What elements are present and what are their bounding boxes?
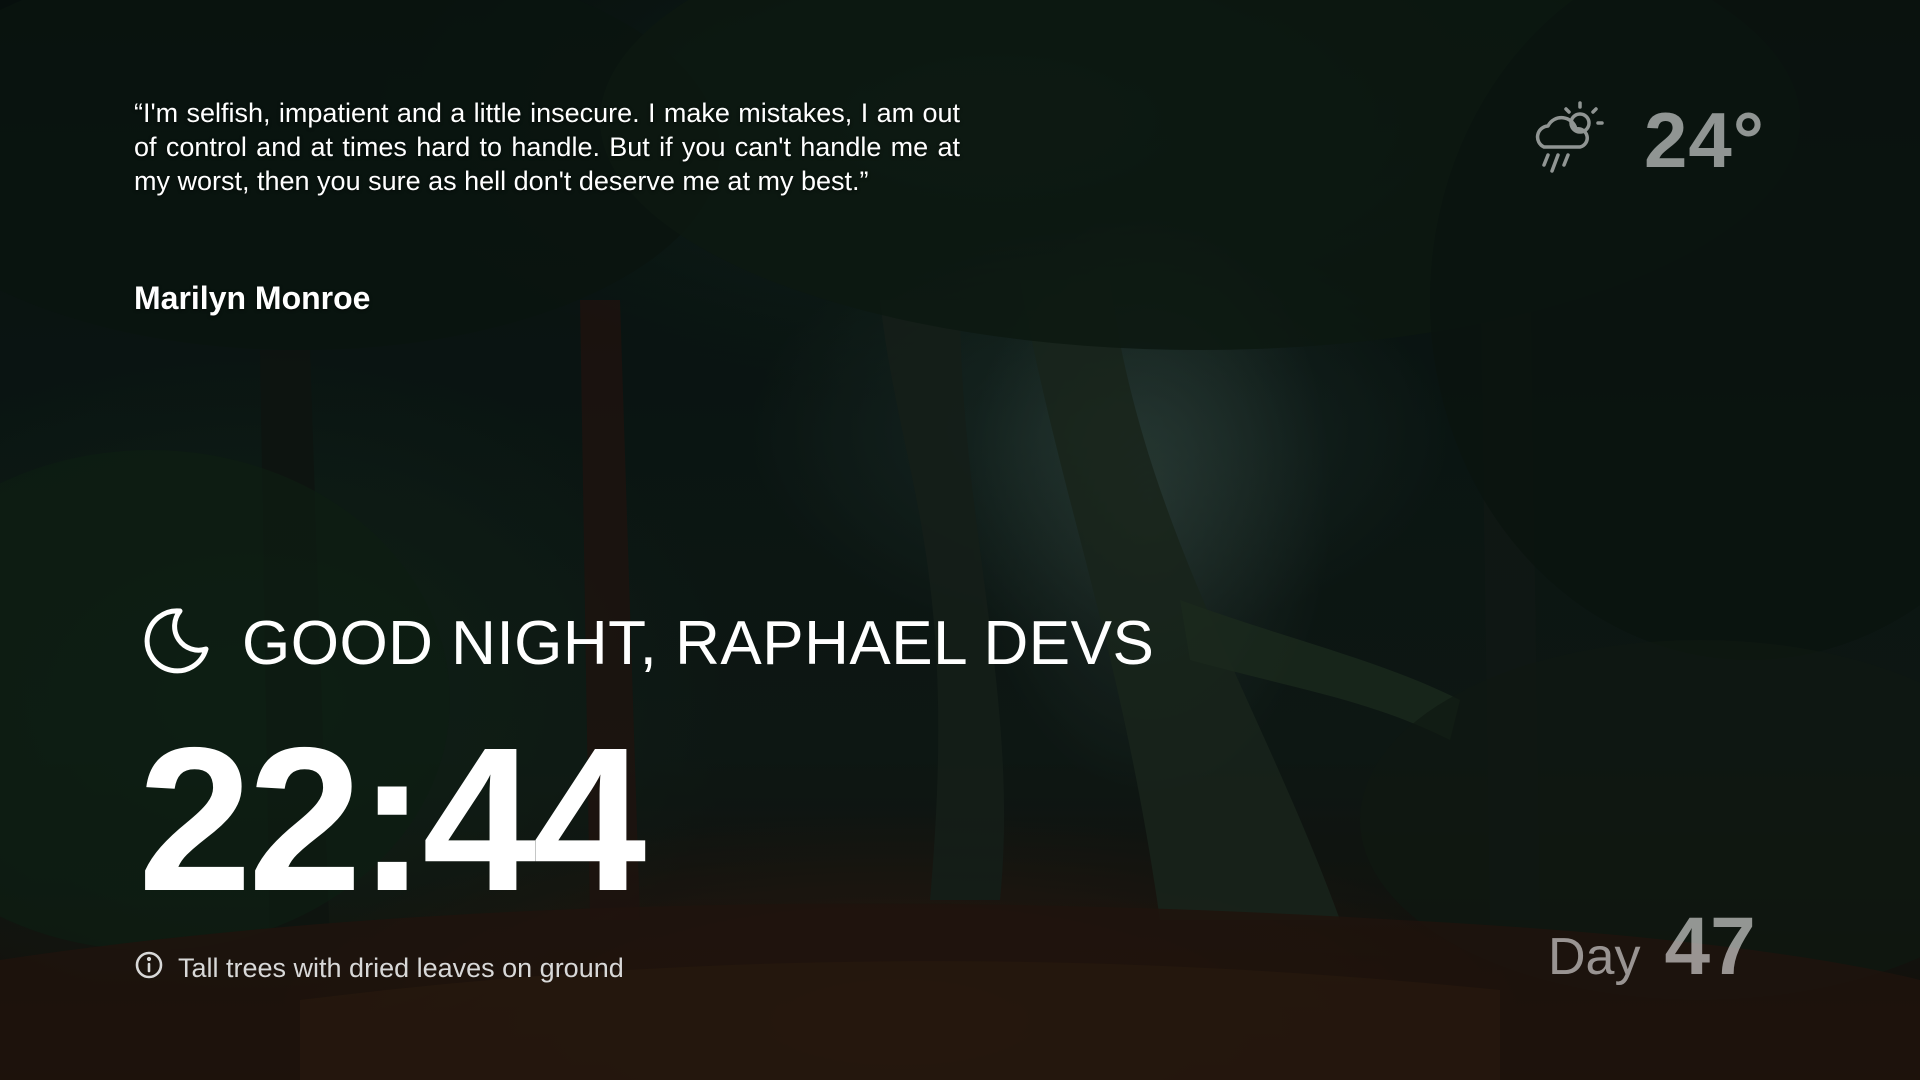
new-tab-dashboard: “I'm selfish, impatient and a little ins… — [0, 0, 1920, 1080]
photo-description: Tall trees with dried leaves on ground — [178, 953, 624, 983]
quote-text: “I'm selfish, impatient and a little ins… — [134, 98, 960, 196]
clock-time: 22:44 — [138, 705, 646, 934]
moon-icon — [140, 605, 212, 682]
photo-info[interactable]: Tall trees with dried leaves on ground — [134, 950, 624, 987]
weather-widget[interactable]: 24° — [1530, 95, 1765, 185]
day-counter: Day 47 — [1548, 900, 1756, 994]
greeting-text: GOOD NIGHT, RAPHAEL DEVS — [242, 609, 1155, 678]
greeting: GOOD NIGHT, RAPHAEL DEVS — [140, 605, 1154, 682]
day-value: 47 — [1664, 901, 1756, 992]
weather-temperature: 24° — [1644, 95, 1765, 184]
rain-sun-icon — [1530, 99, 1610, 182]
day-label: Day — [1548, 928, 1641, 986]
info-icon[interactable] — [134, 950, 164, 987]
quote-author: Marilyn Monroe — [134, 280, 371, 316]
